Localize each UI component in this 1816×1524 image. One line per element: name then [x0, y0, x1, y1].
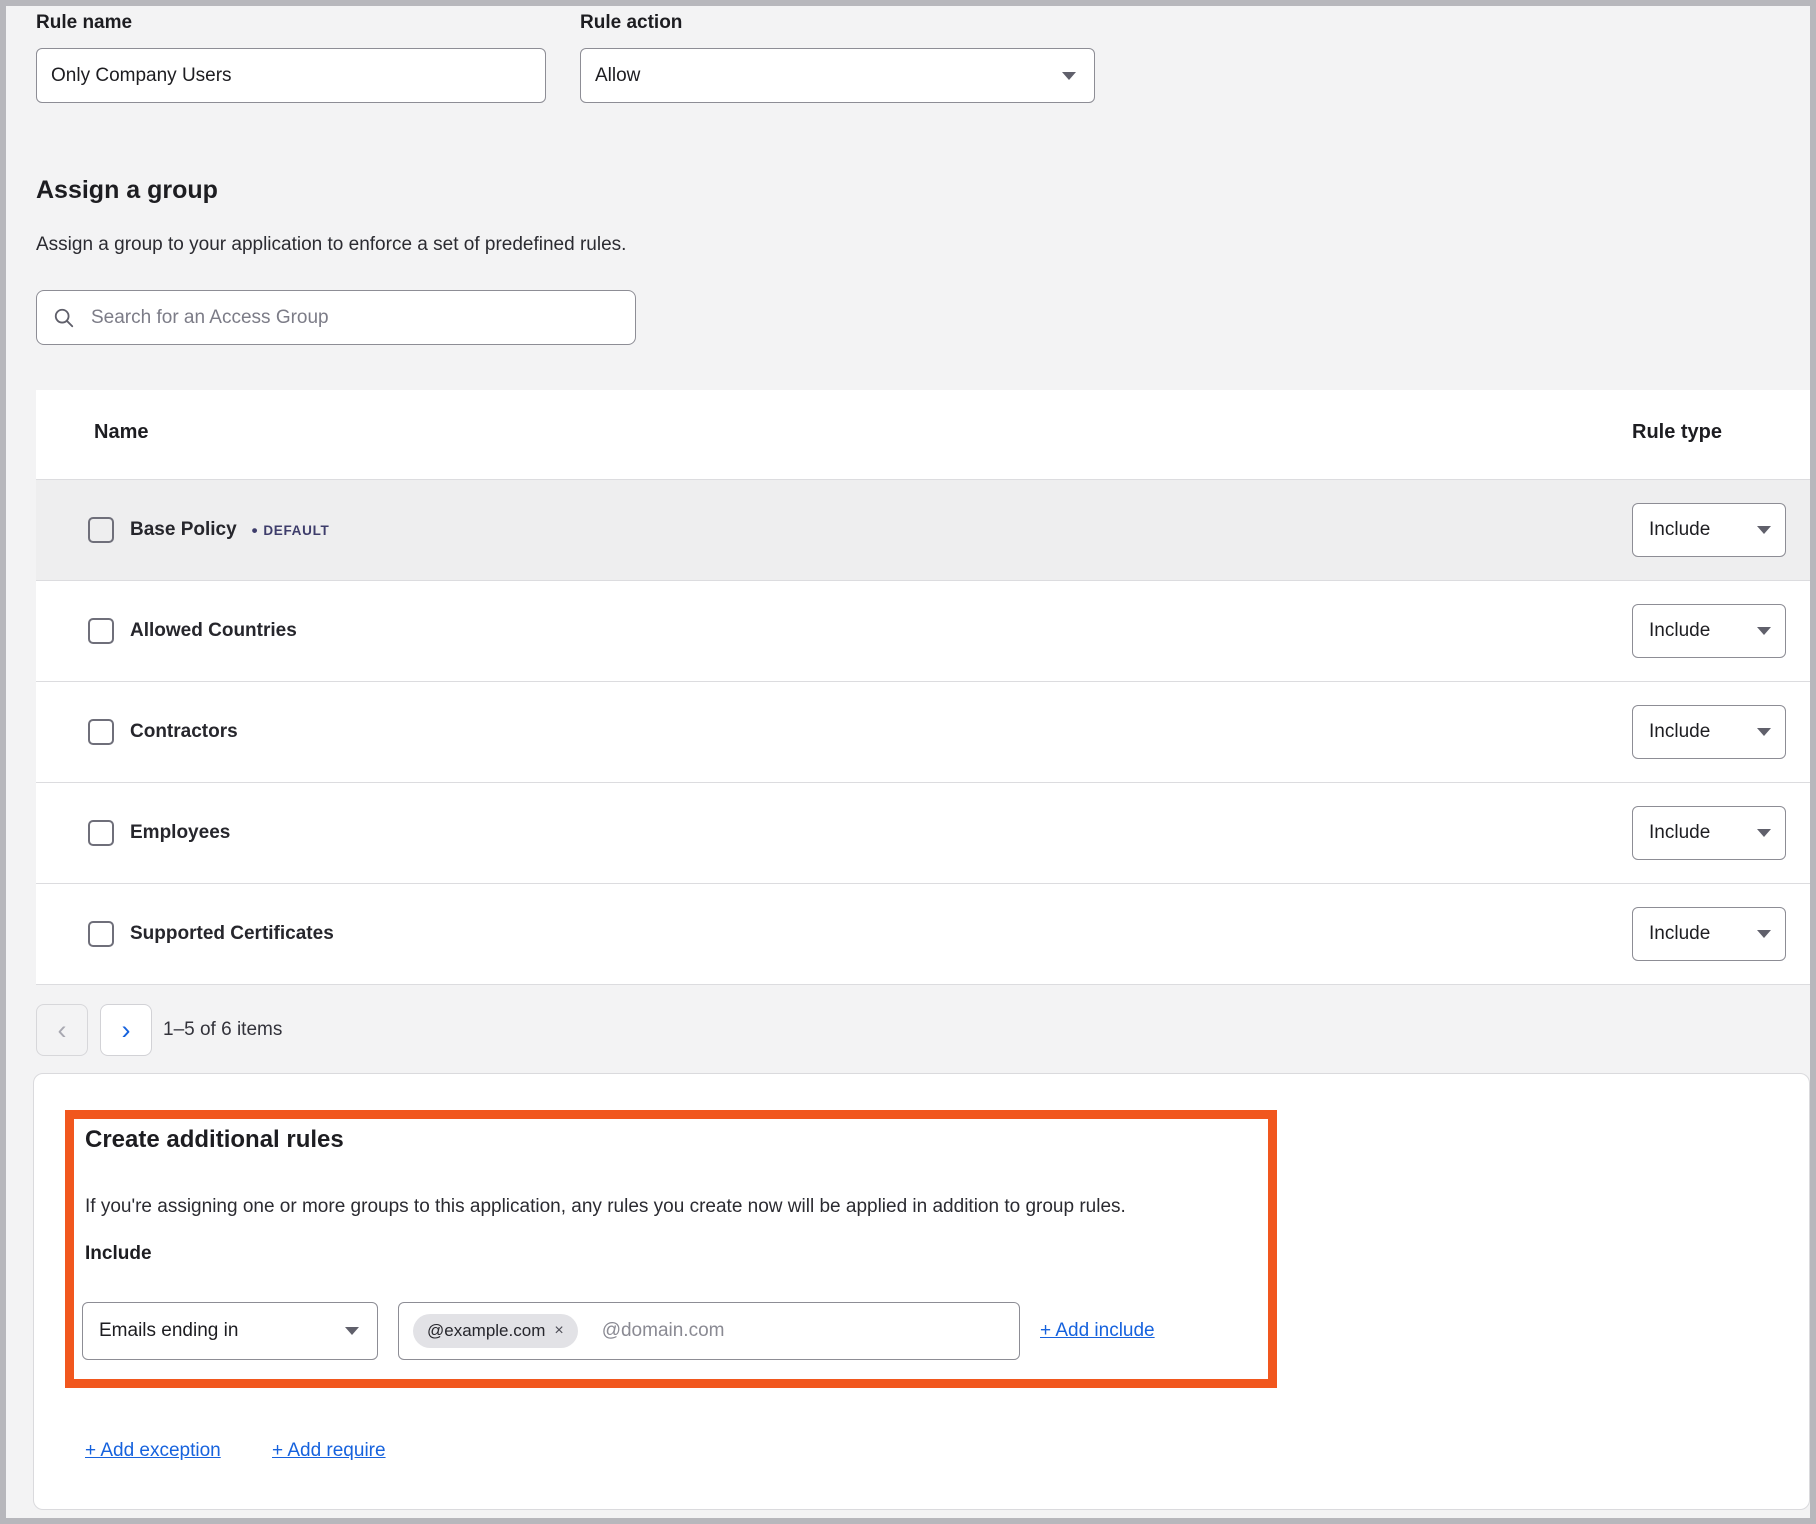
assign-group-description: Assign a group to your application to en… [36, 234, 626, 256]
chevron-right-icon: › [122, 1017, 131, 1044]
rule-type-value: Include [1649, 822, 1710, 844]
default-badge: • DEFAULT [252, 522, 330, 539]
rule-type-select[interactable]: Include [1632, 806, 1786, 860]
row-checkbox[interactable] [88, 921, 114, 947]
table-row: Base Policy • DEFAULT Include [36, 480, 1810, 581]
rule-name-label: Rule name [36, 12, 132, 34]
pagination-prev-button[interactable]: ‹ [36, 1004, 88, 1056]
chevron-down-icon [1757, 627, 1771, 635]
table-row: Contractors Include [36, 682, 1810, 783]
row-checkbox[interactable] [88, 618, 114, 644]
additional-rules-description: If you're assigning one or more groups t… [85, 1196, 1126, 1218]
rule-action-select[interactable]: Allow [580, 48, 1095, 103]
email-chip: @example.com × [413, 1314, 578, 1348]
condition-select[interactable]: Emails ending in [82, 1302, 378, 1360]
search-input[interactable] [89, 306, 619, 330]
row-checkbox[interactable] [88, 820, 114, 846]
row-label: Supported Certificates [130, 884, 334, 984]
add-require-link[interactable]: + Add require [272, 1440, 386, 1462]
access-group-search-box[interactable] [36, 290, 636, 345]
name-column-header: Name [94, 421, 148, 444]
rule-type-select[interactable]: Include [1632, 604, 1786, 658]
email-chip-text: @example.com [427, 1321, 545, 1341]
create-additional-rules-heading: Create additional rules [85, 1126, 344, 1154]
rule-type-value: Include [1649, 519, 1710, 541]
pagination-next-button[interactable]: › [100, 1004, 152, 1056]
group-table-header: Name Rule type [36, 390, 1810, 480]
row-label: Base Policy • DEFAULT [130, 480, 329, 580]
chevron-down-icon [1757, 930, 1771, 938]
bullet-icon: • [252, 522, 259, 539]
row-checkbox[interactable] [88, 719, 114, 745]
chevron-down-icon [1757, 829, 1771, 837]
rule-type-value: Include [1649, 923, 1710, 945]
email-domains-input-box[interactable]: @example.com × [398, 1302, 1020, 1360]
search-icon [53, 307, 75, 329]
close-icon[interactable]: × [554, 1323, 563, 1339]
chevron-down-icon [1757, 526, 1771, 534]
assign-group-heading: Assign a group [36, 176, 218, 205]
group-name: Supported Certificates [130, 923, 334, 945]
rule-name-input[interactable] [36, 48, 546, 103]
group-table: Name Rule type Base Policy • DEFAULT Inc… [36, 390, 1810, 985]
rule-type-select[interactable]: Include [1632, 907, 1786, 961]
rule-type-column-header: Rule type [1632, 421, 1722, 444]
rule-type-select[interactable]: Include [1632, 503, 1786, 557]
rule-action-value: Allow [595, 65, 640, 87]
rule-type-value: Include [1649, 620, 1710, 642]
row-label: Contractors [130, 682, 238, 782]
condition-value: Emails ending in [99, 1320, 238, 1342]
table-row: Employees Include [36, 783, 1810, 884]
default-badge-text: DEFAULT [263, 523, 329, 538]
table-row: Allowed Countries Include [36, 581, 1810, 682]
add-exception-link[interactable]: + Add exception [85, 1440, 221, 1462]
app-screen: Rule name Rule action Allow Assign a gro… [0, 0, 1816, 1524]
row-checkbox[interactable] [88, 517, 114, 543]
row-label: Employees [130, 783, 230, 883]
pagination-range: 1–5 of 6 items [163, 1019, 282, 1041]
domain-input[interactable] [600, 1319, 1005, 1343]
table-row: Supported Certificates Include [36, 884, 1810, 985]
include-label: Include [85, 1243, 152, 1265]
group-name: Contractors [130, 721, 238, 743]
rule-type-select[interactable]: Include [1632, 705, 1786, 759]
group-name: Allowed Countries [130, 620, 297, 642]
add-include-link[interactable]: + Add include [1040, 1320, 1155, 1342]
row-label: Allowed Countries [130, 581, 297, 681]
chevron-down-icon [1757, 728, 1771, 736]
rule-type-value: Include [1649, 721, 1710, 743]
group-name: Employees [130, 822, 230, 844]
chevron-down-icon [345, 1327, 359, 1335]
group-name: Base Policy [130, 519, 237, 541]
chevron-left-icon: ‹ [58, 1017, 67, 1044]
rule-action-label: Rule action [580, 12, 682, 34]
chevron-down-icon [1062, 72, 1076, 80]
